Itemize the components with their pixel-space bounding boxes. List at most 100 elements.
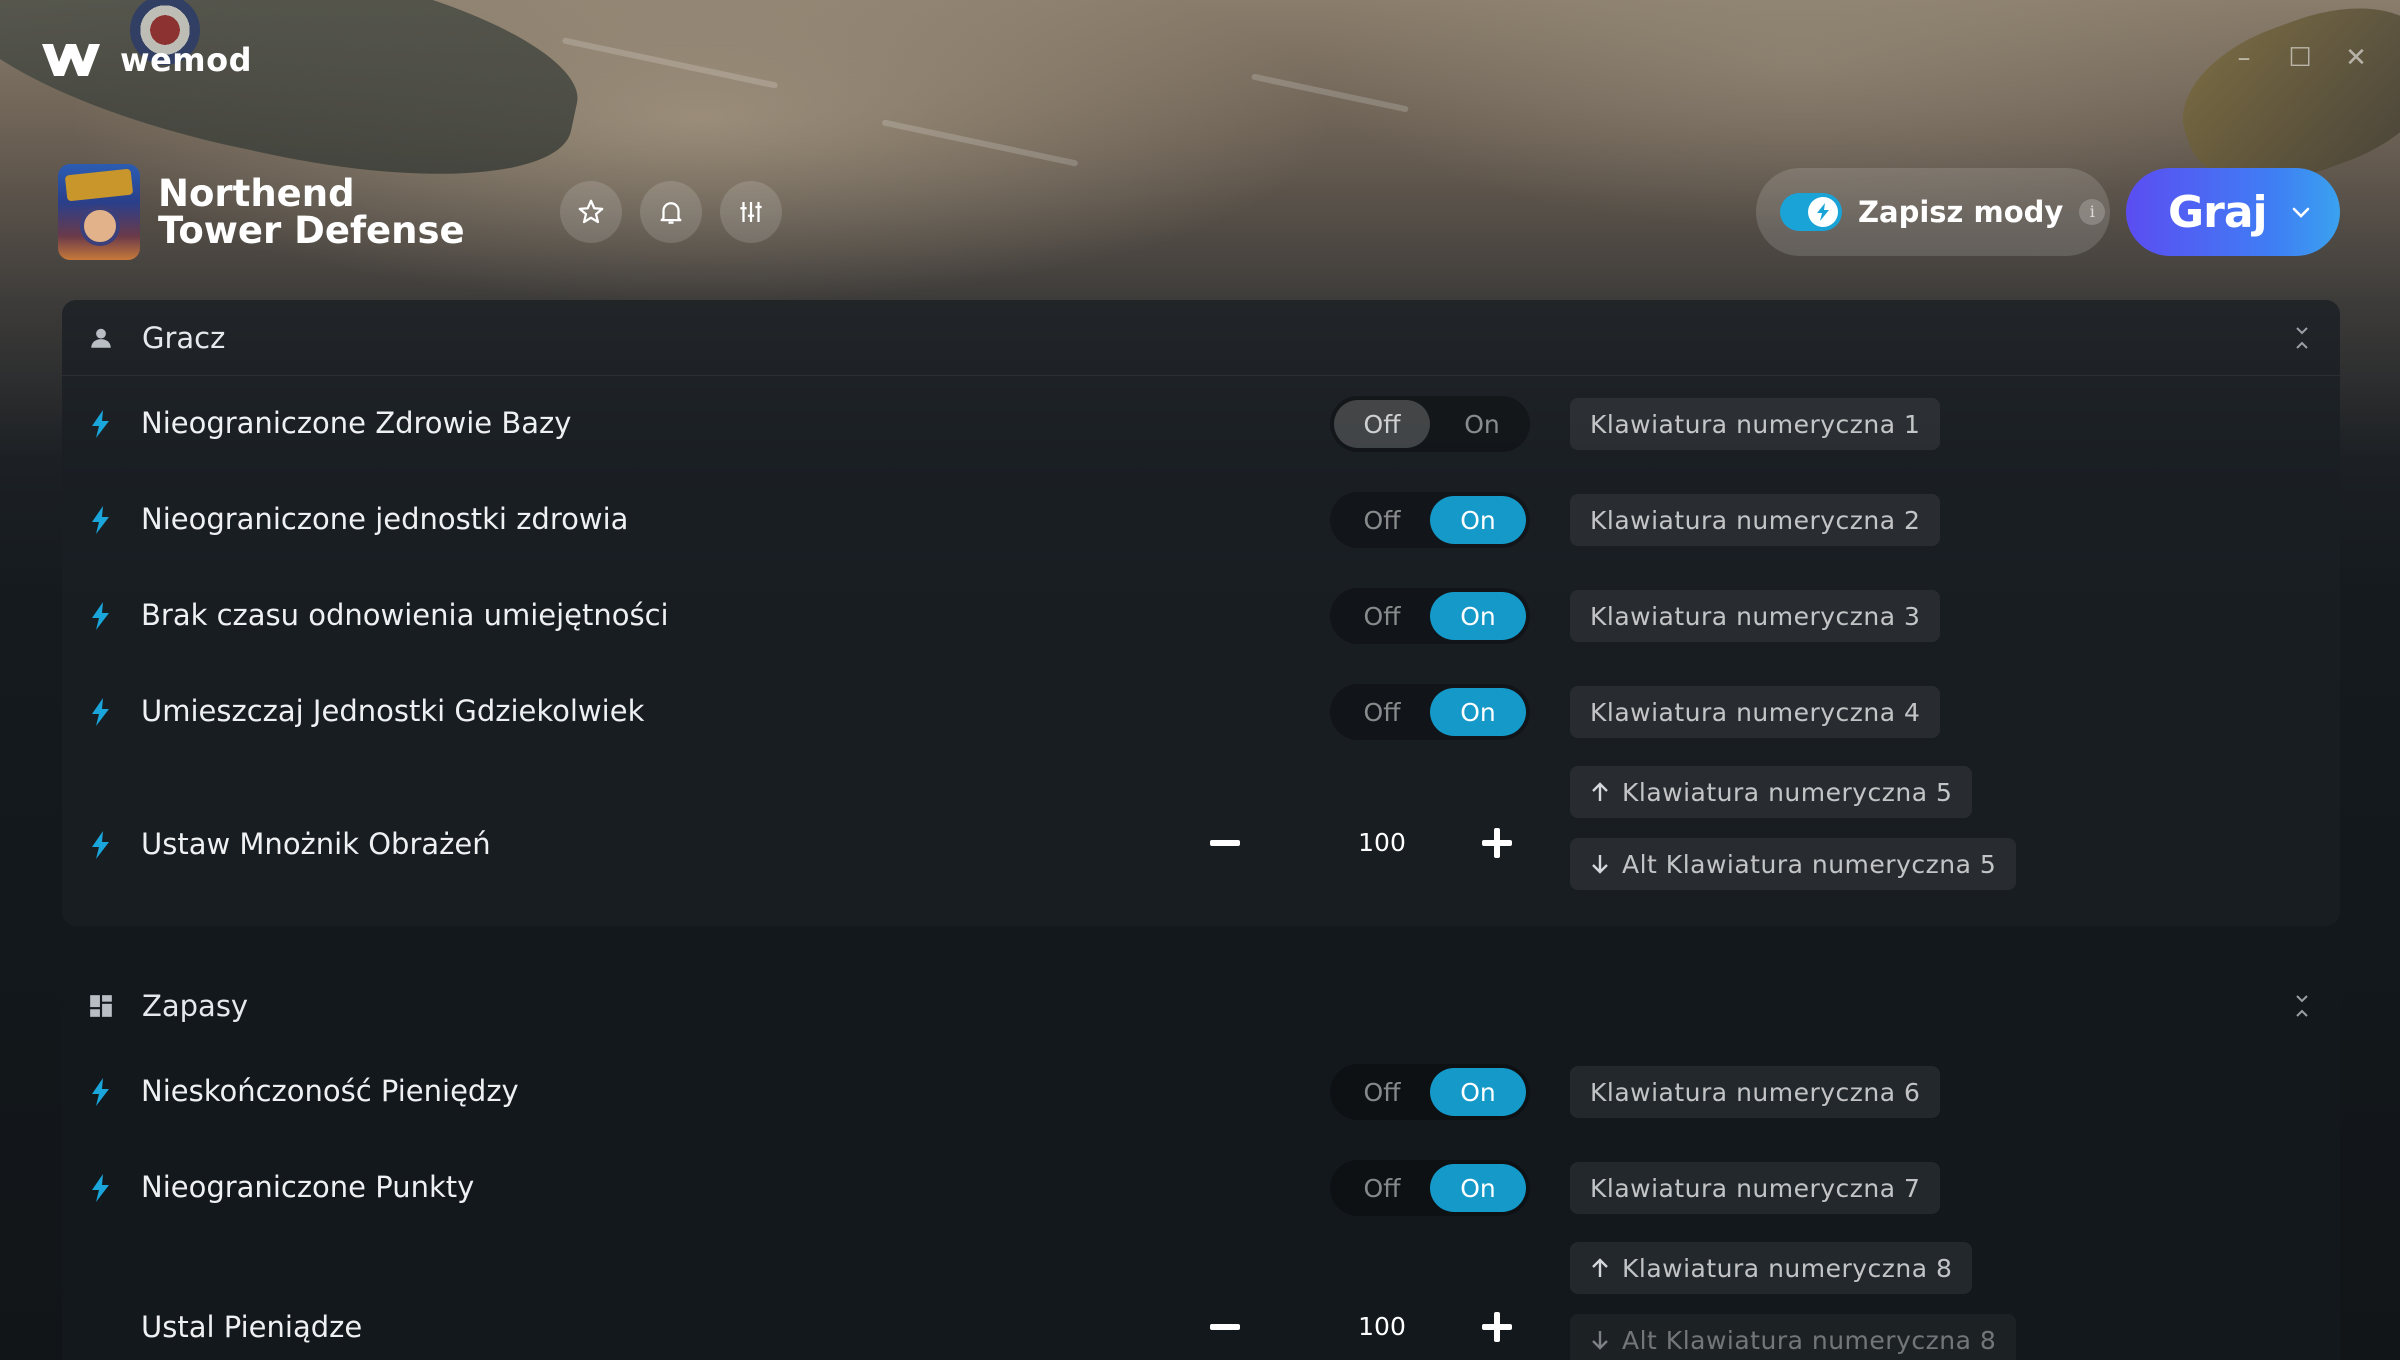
stepper-value[interactable]: 100: [1352, 828, 1412, 857]
close-icon[interactable]: ✕: [2342, 44, 2370, 72]
info-icon[interactable]: i: [2079, 199, 2106, 225]
minimize-icon[interactable]: –: [2230, 44, 2258, 72]
cheat-toggle[interactable]: Off On: [1330, 1160, 1530, 1216]
section-header[interactable]: Gracz: [62, 300, 2340, 376]
hotkey-text: Klawiatura numeryczna 4: [1590, 697, 1921, 727]
toggle-on-option[interactable]: On: [1430, 688, 1526, 736]
cheat-row: Nieograniczone Zdrowie Bazy Off On Klawi…: [62, 376, 2340, 472]
app-logo: wemod: [40, 40, 252, 80]
section-title: Gracz: [142, 320, 226, 355]
toggle-off-option[interactable]: Off: [1334, 1164, 1430, 1212]
cheat-label: Nieskończoność Pieniędzy: [141, 1074, 519, 1108]
collapse-icon[interactable]: [2292, 992, 2312, 1020]
save-mods-label: Zapisz mody: [1858, 195, 2064, 229]
app-name: wemod: [120, 41, 252, 79]
hotkey-text: Klawiatura numeryczna 8: [1622, 1253, 1953, 1283]
cheat-label: Ustal Pieniądze: [141, 1310, 363, 1344]
section-supplies: Zapasy Nieskończoność Pieniędzy Off On K…: [62, 968, 2340, 1360]
settings-button[interactable]: [720, 181, 782, 243]
bolt-icon: [92, 698, 109, 726]
bolt-icon: [92, 602, 109, 630]
section-player: Gracz Nieograniczone Zdrowie Bazy Off On…: [62, 300, 2340, 926]
sliders-icon: [740, 202, 762, 222]
game-actions: [560, 181, 782, 243]
hotkey-text: Klawiatura numeryczna 1: [1590, 409, 1921, 439]
arrow-down-icon: [1592, 1331, 1608, 1350]
bolt-icon: [92, 410, 109, 438]
arrow-up-icon: [1592, 1258, 1608, 1277]
minus-icon[interactable]: [1208, 1310, 1242, 1344]
hotkey-text: Alt Klawiatura numeryczna 5: [1622, 849, 1997, 879]
notifications-button[interactable]: [640, 181, 702, 243]
toggle-on-option[interactable]: On: [1430, 1068, 1526, 1116]
toggle-on-option[interactable]: On: [1430, 592, 1526, 640]
hotkey-text: Klawiatura numeryczna 3: [1590, 601, 1921, 631]
cheat-label: Ustaw Mnożnik Obrażeń: [141, 827, 491, 861]
arrow-up-icon: [1592, 782, 1608, 801]
plus-icon[interactable]: [1480, 1310, 1514, 1344]
hotkey-badge-increase[interactable]: Klawiatura numeryczna 5: [1570, 766, 1973, 818]
favorite-button[interactable]: [560, 181, 622, 243]
hotkey-badge[interactable]: Klawiatura numeryczna 4: [1570, 686, 1941, 738]
bolt-icon: [92, 1078, 109, 1106]
toggle-off-option[interactable]: Off: [1334, 592, 1430, 640]
wemod-logo-icon: [42, 44, 100, 76]
cheat-toggle[interactable]: Off On: [1330, 396, 1530, 452]
play-label: Graj: [2168, 186, 2268, 238]
window-controls: – ☐ ✕: [2230, 44, 2370, 72]
collapse-icon[interactable]: [2292, 324, 2312, 352]
hotkey-text: Klawiatura numeryczna 2: [1590, 505, 1921, 535]
chevron-down-icon[interactable]: [2289, 200, 2313, 224]
hotkey-badge[interactable]: Klawiatura numeryczna 1: [1570, 398, 1941, 450]
hotkey-text: Alt Klawiatura numeryczna 8: [1622, 1325, 1997, 1355]
cheat-row: Nieograniczone jednostki zdrowia Off On …: [62, 472, 2340, 568]
cheat-row: Umieszczaj Jednostki Gdziekolwiek Off On…: [62, 664, 2340, 760]
hotkey-text: Klawiatura numeryczna 6: [1590, 1077, 1921, 1107]
hotkey-badge-decrease[interactable]: Alt Klawiatura numeryczna 5: [1570, 838, 2017, 890]
minus-icon[interactable]: [1208, 826, 1242, 860]
save-mods-switch[interactable]: [1780, 193, 1842, 231]
hotkey-badge[interactable]: Klawiatura numeryczna 7: [1570, 1162, 1941, 1214]
title-bar: wemod – ☐ ✕: [0, 0, 2400, 120]
toggle-off-option[interactable]: Off: [1334, 688, 1430, 736]
bell-icon: [660, 202, 682, 224]
star-icon: [578, 199, 604, 224]
cheat-row: Ustal Pieniądze 100 Klawiatura numeryczn…: [62, 1236, 2340, 1360]
hotkey-badge[interactable]: Klawiatura numeryczna 3: [1570, 590, 1941, 642]
bolt-icon: [92, 831, 109, 859]
hotkey-badge-decrease[interactable]: Alt Klawiatura numeryczna 8: [1570, 1314, 2016, 1360]
cheat-label: Brak czasu odnowienia umiejętności: [141, 598, 669, 632]
plus-icon[interactable]: [1480, 826, 1514, 860]
toggle-on-option[interactable]: On: [1430, 496, 1526, 544]
cheat-row: Brak czasu odnowienia umiejętności Off O…: [62, 568, 2340, 664]
toggle-off-option[interactable]: Off: [1334, 496, 1430, 544]
cheat-label: Nieograniczone Zdrowie Bazy: [141, 406, 572, 440]
section-header[interactable]: Zapasy: [62, 968, 2340, 1044]
toggle-off-option[interactable]: Off: [1334, 1068, 1430, 1116]
toggle-on-option[interactable]: On: [1430, 1164, 1526, 1212]
hotkey-text: Klawiatura numeryczna 7: [1590, 1173, 1921, 1203]
stepper-value[interactable]: 100: [1352, 1312, 1412, 1341]
game-title: Northend Tower Defense: [158, 172, 465, 252]
hotkey-badge-increase[interactable]: Klawiatura numeryczna 8: [1570, 1242, 1973, 1294]
cheat-toggle[interactable]: Off On: [1330, 684, 1530, 740]
toggle-on-option[interactable]: On: [1434, 400, 1530, 448]
cheat-label: Umieszczaj Jednostki Gdziekolwiek: [141, 694, 645, 728]
cheat-row: Ustaw Mnożnik Obrażeń 100 Klawiatura num…: [62, 760, 2340, 926]
cheat-toggle[interactable]: Off On: [1330, 492, 1530, 548]
cheat-label: Nieograniczone Punkty: [141, 1170, 475, 1204]
hotkey-badge[interactable]: Klawiatura numeryczna 6: [1570, 1066, 1941, 1118]
play-button[interactable]: Graj: [2126, 168, 2340, 256]
game-header: Northend Tower Defense: [58, 164, 782, 260]
save-mods-toggle[interactable]: Zapisz mody i: [1756, 168, 2110, 256]
cheat-toggle[interactable]: Off On: [1330, 1064, 1530, 1120]
section-title: Zapasy: [142, 989, 249, 1023]
toggle-off-option[interactable]: Off: [1334, 400, 1430, 448]
person-icon: [91, 328, 111, 348]
cheat-row: Nieograniczone Punkty Off On Klawiatura …: [62, 1140, 2340, 1236]
maximize-icon[interactable]: ☐: [2286, 44, 2314, 72]
cheat-label: Nieograniczone jednostki zdrowia: [141, 502, 629, 536]
cheat-toggle[interactable]: Off On: [1330, 588, 1530, 644]
hotkey-badge[interactable]: Klawiatura numeryczna 2: [1570, 494, 1941, 546]
game-cover-image: [58, 164, 140, 260]
